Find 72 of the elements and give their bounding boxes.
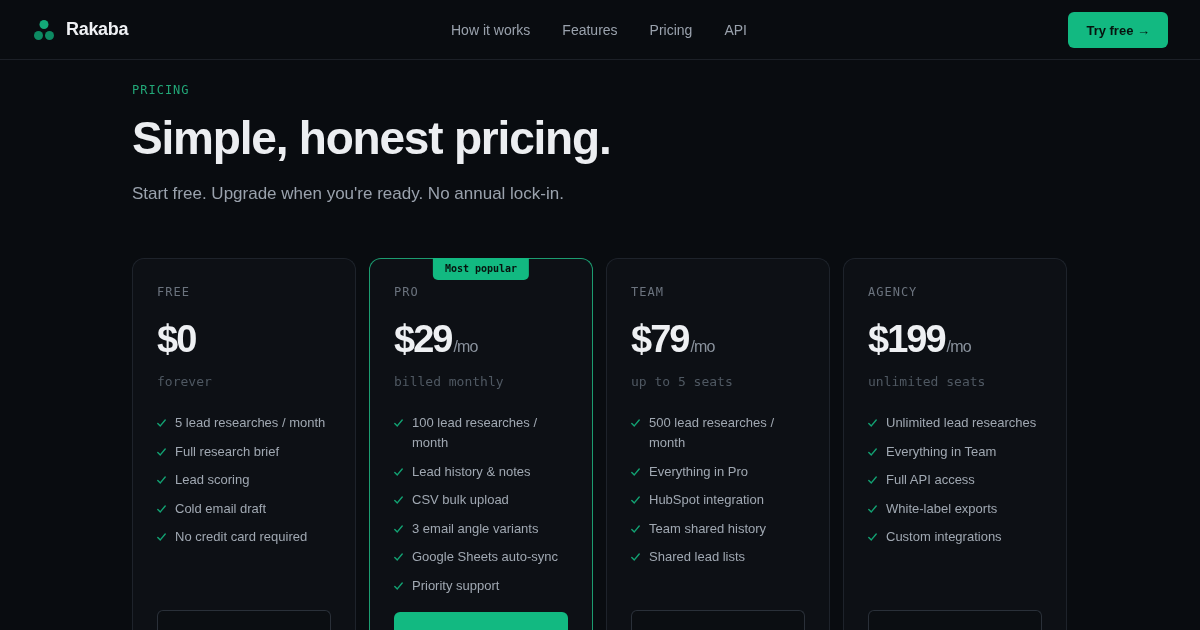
feature-text: Team shared history xyxy=(649,519,767,538)
feature-text: 100 lead researches / month xyxy=(412,414,539,452)
plan-name: PRO xyxy=(394,285,419,299)
check-icon xyxy=(631,524,640,533)
feature-text: CSV bulk upload xyxy=(412,491,509,509)
feature-text: Shared lead lists xyxy=(649,548,746,566)
feature-text: Priority support xyxy=(412,576,500,595)
plan-button[interactable] xyxy=(631,610,805,630)
feature-text: HubSpot integration xyxy=(649,491,764,509)
nav-link[interactable]: How it works xyxy=(451,21,531,38)
plan-button[interactable] xyxy=(394,612,568,630)
price-period: /mo xyxy=(453,338,478,356)
popular-badge: Most popular xyxy=(432,258,530,280)
plan-name: FREE xyxy=(157,285,190,299)
feature-text: Lead history & notes xyxy=(412,462,531,481)
plan-price: $29 xyxy=(394,318,452,360)
feature-text: Lead scoring xyxy=(175,471,250,489)
check-icon xyxy=(631,553,640,561)
feature-text: 5 lead researches / month xyxy=(175,414,326,432)
feature-text: Everything in Team xyxy=(886,442,997,461)
plan-button[interactable] xyxy=(868,610,1042,630)
section-label: PRICING xyxy=(132,83,190,97)
plan-note: up to 5 seats xyxy=(631,374,733,390)
check-icon xyxy=(394,467,403,476)
three-dots-logo-icon xyxy=(34,19,54,40)
feature-text: Unlimited lead researches xyxy=(886,414,1037,432)
check-icon xyxy=(868,504,877,513)
check-icon xyxy=(157,447,166,456)
check-icon xyxy=(631,467,640,476)
plan-price: $199 xyxy=(868,318,945,360)
brand-name: Rakaba xyxy=(66,19,129,40)
try-free-button[interactable]: Try free → xyxy=(1068,12,1168,48)
plan-price: $79 xyxy=(631,318,689,360)
check-icon xyxy=(868,447,877,456)
plan-price: $0 xyxy=(157,318,196,360)
check-icon xyxy=(868,476,877,484)
check-icon xyxy=(394,553,403,561)
check-icon xyxy=(394,419,403,427)
feature-text: Full API access xyxy=(886,471,975,489)
plan-note: unlimited seats xyxy=(868,374,986,390)
feature-text: Cold email draft xyxy=(175,499,267,518)
check-icon xyxy=(157,533,166,541)
page-heading: Simple, honest pricing. xyxy=(132,111,611,165)
check-icon xyxy=(868,533,877,541)
check-icon xyxy=(868,419,877,427)
plan-note: billed monthly xyxy=(394,374,504,390)
check-icon xyxy=(157,419,166,427)
plan-name: TEAM xyxy=(631,285,664,299)
check-icon xyxy=(631,496,640,504)
page-subtitle: Start free. Upgrade when you're ready. No annual lock-in. xyxy=(132,183,564,205)
feature-text: Google Sheets auto-sync xyxy=(412,548,558,566)
nav-link[interactable]: Features xyxy=(562,21,618,38)
feature-text: Full research brief xyxy=(175,442,280,461)
check-icon xyxy=(394,524,403,533)
check-icon xyxy=(631,419,640,427)
nav-link[interactable]: API xyxy=(724,21,747,38)
plan-note: forever xyxy=(157,374,212,390)
feature-text: No credit card required xyxy=(175,528,308,546)
price-period: /mo xyxy=(690,338,715,356)
plan-button[interactable] xyxy=(157,610,331,630)
check-icon xyxy=(394,581,403,590)
check-icon xyxy=(157,504,166,513)
nav-link[interactable]: Pricing xyxy=(649,21,693,38)
price-period: /mo xyxy=(946,338,971,356)
feature-text: 3 email angle variants xyxy=(412,519,539,538)
plan-name: AGENCY xyxy=(868,285,918,299)
check-icon xyxy=(394,496,403,504)
feature-text: Custom integrations xyxy=(886,528,1002,546)
feature-text: Everything in Pro xyxy=(649,462,748,481)
feature-text: 500 lead researches / month xyxy=(649,414,776,452)
check-icon xyxy=(157,476,166,484)
feature-text: White-label exports xyxy=(886,499,998,518)
